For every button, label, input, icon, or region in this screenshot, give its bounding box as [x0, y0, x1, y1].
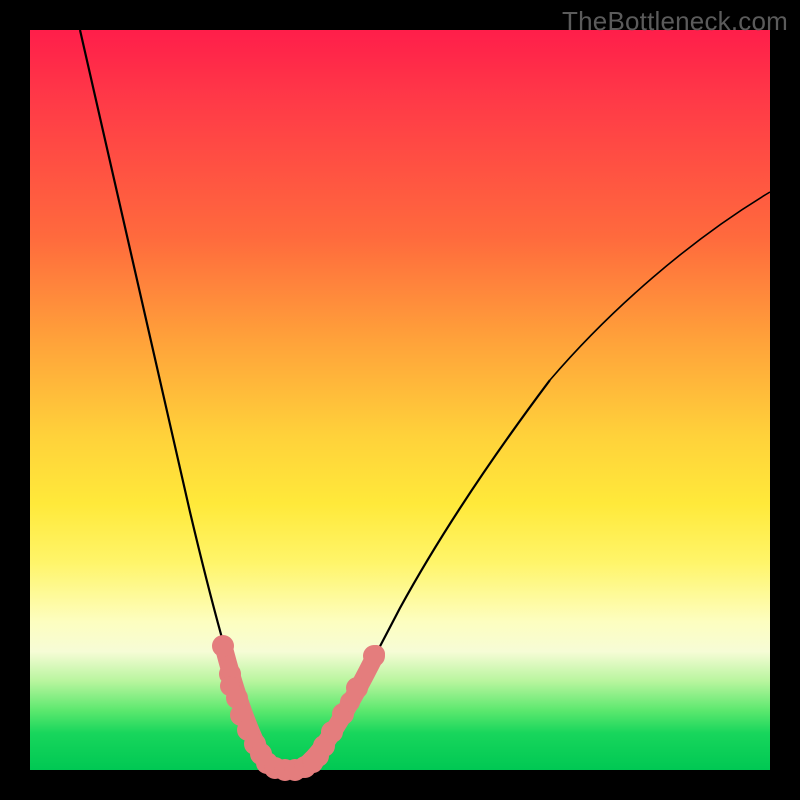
outer-frame: TheBottleneck.com: [0, 0, 800, 800]
curve-right-branch-far: [550, 192, 770, 380]
curve-left-branch: [80, 30, 269, 766]
chart-svg: [30, 30, 770, 770]
plot-area: [30, 30, 770, 770]
watermark-text: TheBottleneck.com: [562, 6, 788, 37]
marker-dots: [212, 635, 385, 781]
